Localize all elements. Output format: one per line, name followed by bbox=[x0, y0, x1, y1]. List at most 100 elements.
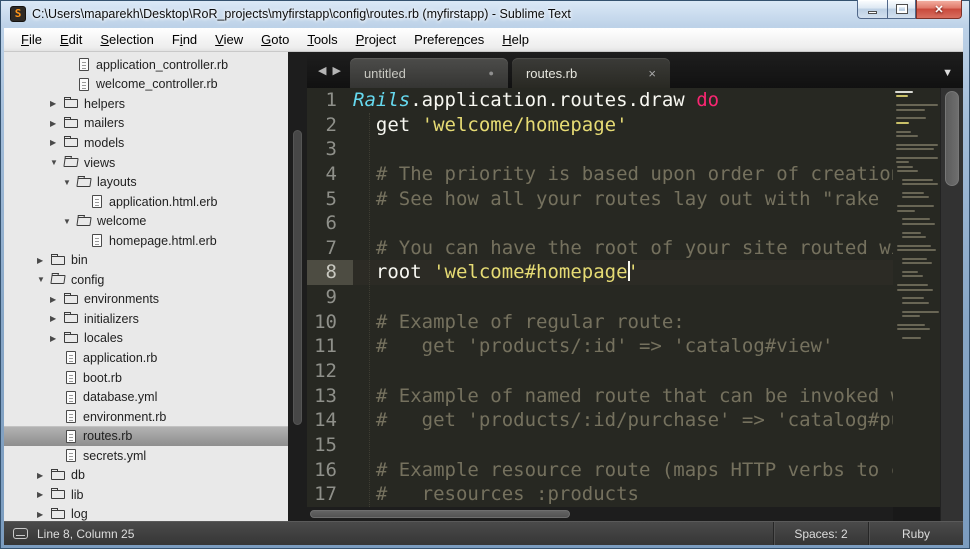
menu-tools[interactable]: Tools bbox=[298, 28, 346, 52]
sidebar-scrollbar[interactable] bbox=[288, 52, 307, 521]
minimize-button[interactable] bbox=[857, 0, 887, 19]
tree-item-label: initializers bbox=[84, 311, 139, 326]
expand-arrow-icon[interactable]: ▶ bbox=[37, 256, 51, 265]
tree-item-environment.rb[interactable]: environment.rb bbox=[4, 407, 288, 427]
expand-arrow-icon[interactable]: ▶ bbox=[50, 295, 64, 304]
tree-item-label: welcome bbox=[97, 214, 147, 229]
expand-arrow-icon[interactable]: ▶ bbox=[50, 334, 64, 343]
tab-routes.rb[interactable]: routes.rb × bbox=[511, 58, 670, 88]
tree-item-application.rb[interactable]: application.rb bbox=[4, 348, 288, 368]
expand-arrow-icon[interactable]: ▼ bbox=[63, 178, 77, 187]
tree-item-routes.rb[interactable]: routes.rb bbox=[4, 426, 288, 446]
minimap-line bbox=[896, 108, 926, 111]
vertical-scrollbar-thumb[interactable] bbox=[945, 91, 959, 186]
menu-view[interactable]: View bbox=[206, 28, 252, 52]
tree-item-welcome[interactable]: ▼ welcome bbox=[4, 211, 288, 231]
prev-tab-icon[interactable]: ◀ bbox=[315, 64, 329, 77]
minimap-line bbox=[896, 104, 939, 107]
tree-item-log[interactable]: ▶ log bbox=[4, 505, 288, 521]
sidebar-file-tree[interactable]: application_controller.rb welcome_control… bbox=[4, 52, 288, 521]
minimap-line bbox=[902, 275, 923, 278]
minimap-line bbox=[897, 209, 915, 212]
line-number: 4 bbox=[325, 162, 337, 185]
syntax-setting[interactable]: Ruby bbox=[868, 522, 963, 545]
close-button[interactable]: ✕ bbox=[916, 0, 962, 19]
tree-item-database.yml[interactable]: database.yml bbox=[4, 387, 288, 407]
indentation-setting[interactable]: Spaces: 2 bbox=[773, 522, 868, 545]
tree-item-initializers[interactable]: ▶ initializers bbox=[4, 309, 288, 329]
menu-find[interactable]: Find bbox=[163, 28, 206, 52]
tree-item-homepage.html.erb[interactable]: homepage.html.erb bbox=[4, 231, 288, 251]
minimap-line bbox=[896, 121, 909, 124]
minimap-line bbox=[895, 91, 913, 93]
sidebar-scrollbar-thumb[interactable] bbox=[293, 130, 302, 425]
code-token: do bbox=[696, 89, 720, 111]
tree-item-label: application.html.erb bbox=[109, 194, 218, 209]
expand-arrow-icon[interactable]: ▶ bbox=[37, 490, 51, 499]
menu-help[interactable]: Help bbox=[493, 28, 538, 52]
tree-item-mailers[interactable]: ▶ mailers bbox=[4, 114, 288, 134]
code-line: 6 bbox=[307, 211, 893, 236]
menu-selection[interactable]: Selection bbox=[91, 28, 162, 52]
menu-preferences[interactable]: Preferences bbox=[405, 28, 493, 52]
menu-file[interactable]: File bbox=[12, 28, 51, 52]
tree-item-application.html.erb[interactable]: application.html.erb bbox=[4, 192, 288, 212]
expand-arrow-icon[interactable]: ▼ bbox=[63, 217, 77, 226]
tree-item-views[interactable]: ▼ views bbox=[4, 153, 288, 173]
expand-arrow-icon[interactable]: ▶ bbox=[50, 314, 64, 323]
tree-item-boot.rb[interactable]: boot.rb bbox=[4, 368, 288, 388]
tree-item-label: welcome_controller.rb bbox=[96, 77, 218, 92]
expand-arrow-icon[interactable]: ▶ bbox=[50, 138, 64, 147]
tree-item-locales[interactable]: ▶ locales bbox=[4, 329, 288, 349]
expand-arrow-icon[interactable]: ▶ bbox=[37, 510, 51, 519]
tree-item-application_controller.rb[interactable]: application_controller.rb bbox=[4, 55, 288, 75]
horizontal-scrollbar-thumb[interactable] bbox=[310, 510, 570, 518]
vertical-scrollbar[interactable] bbox=[940, 88, 963, 521]
folder-icon bbox=[51, 253, 65, 265]
status-panel-icon[interactable] bbox=[13, 528, 28, 539]
folder-icon bbox=[64, 292, 78, 304]
expand-arrow-icon[interactable]: ▼ bbox=[37, 275, 51, 284]
expand-arrow-icon[interactable]: ▶ bbox=[50, 119, 64, 128]
minimap-line bbox=[902, 336, 921, 339]
folder-icon bbox=[64, 97, 78, 109]
code-line-text: # resources :products bbox=[353, 482, 639, 507]
minimap-line bbox=[897, 288, 933, 291]
tree-item-label: views bbox=[84, 155, 116, 170]
minimap-line bbox=[896, 161, 909, 164]
menu-goto[interactable]: Goto bbox=[252, 28, 298, 52]
tree-item-label: models bbox=[84, 135, 125, 150]
tree-item-environments[interactable]: ▶ environments bbox=[4, 290, 288, 310]
tree-item-models[interactable]: ▶ models bbox=[4, 133, 288, 153]
tree-item-label: secrets.yml bbox=[83, 448, 147, 463]
menu-project[interactable]: Project bbox=[347, 28, 405, 52]
next-tab-icon[interactable]: ▶ bbox=[329, 64, 343, 77]
horizontal-scrollbar[interactable] bbox=[307, 507, 893, 521]
line-number: 16 bbox=[314, 458, 337, 481]
tab-close-icon[interactable]: × bbox=[648, 66, 656, 81]
expand-arrow-icon[interactable]: ▶ bbox=[37, 471, 51, 480]
expand-arrow-icon[interactable]: ▼ bbox=[50, 158, 64, 167]
titlebar[interactable]: S C:\Users\maparekh\Desktop\RoR_projects… bbox=[0, 0, 970, 28]
line-number: 11 bbox=[314, 335, 337, 358]
tree-item-layouts[interactable]: ▼ layouts bbox=[4, 172, 288, 192]
tree-item-db[interactable]: ▶ db bbox=[4, 465, 288, 485]
minimap-line bbox=[896, 130, 912, 133]
expand-arrow-icon[interactable]: ▶ bbox=[50, 99, 64, 108]
maximize-button[interactable] bbox=[887, 0, 916, 19]
tree-item-welcome_controller.rb[interactable]: welcome_controller.rb bbox=[4, 75, 288, 95]
tab-untitled[interactable]: untitled ● bbox=[349, 58, 508, 88]
code-line-text: # Example resource route (maps HTTP verb… bbox=[353, 458, 893, 483]
minimap-gap bbox=[895, 126, 938, 130]
menu-edit[interactable]: Edit bbox=[51, 28, 91, 52]
tab-overflow-dropdown-icon[interactable]: ▼ bbox=[942, 67, 953, 79]
tree-item-secrets.yml[interactable]: secrets.yml bbox=[4, 446, 288, 466]
minimap[interactable] bbox=[893, 88, 940, 507]
code-token: root bbox=[353, 261, 434, 284]
tree-item-helpers[interactable]: ▶ helpers bbox=[4, 94, 288, 114]
tree-item-bin[interactable]: ▶ bin bbox=[4, 250, 288, 270]
window-title: C:\Users\maparekh\Desktop\RoR_projects\m… bbox=[32, 7, 571, 21]
tree-item-lib[interactable]: ▶ lib bbox=[4, 485, 288, 505]
code-editor[interactable]: 1 Rails.application.routes.draw do 2 get '… bbox=[307, 88, 893, 507]
tree-item-config[interactable]: ▼ config bbox=[4, 270, 288, 290]
